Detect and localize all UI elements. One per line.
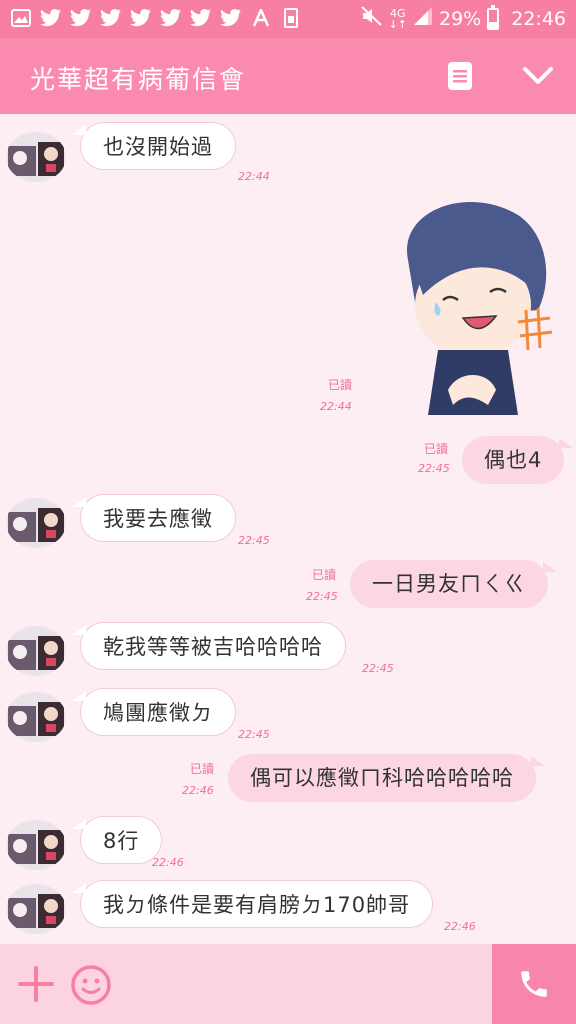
notification-icons bbox=[10, 6, 302, 30]
message-bubble[interactable]: 乾我等等被吉哈哈哈哈 bbox=[72, 622, 346, 670]
avatar[interactable] bbox=[6, 626, 66, 676]
message-time: 22:45 bbox=[238, 728, 270, 741]
plus-icon bbox=[18, 966, 54, 1002]
message-time: 22:45 bbox=[238, 534, 270, 547]
note-icon bbox=[448, 62, 472, 90]
twitter-icon bbox=[100, 6, 122, 30]
input-bar bbox=[0, 944, 576, 1024]
twitter-icon bbox=[160, 6, 182, 30]
system-status: 4G ↓↑ 29% 22:46 bbox=[360, 4, 566, 31]
message-bubble[interactable]: 偶可以應徵ㄇ科哈哈哈哈哈 bbox=[228, 754, 545, 802]
message-bubble[interactable]: 偶也4 bbox=[462, 436, 574, 484]
sim-icon bbox=[280, 6, 302, 30]
message-bubble[interactable]: 一日男友ㄇㄑㄍ bbox=[350, 560, 557, 608]
read-receipt: 已讀 bbox=[424, 442, 449, 456]
avatar[interactable] bbox=[6, 498, 66, 548]
avatar[interactable] bbox=[6, 884, 66, 934]
avatar[interactable] bbox=[6, 692, 66, 742]
twitter-icon bbox=[70, 6, 92, 30]
add-button[interactable] bbox=[16, 964, 56, 1004]
message-time: 22:45 bbox=[418, 462, 450, 475]
twitter-icon bbox=[40, 6, 62, 30]
smiley-icon bbox=[71, 965, 111, 1005]
sticker-image[interactable] bbox=[378, 190, 558, 420]
message-bubble[interactable]: 鳩團應徵ㄉ bbox=[72, 688, 236, 736]
app-icon bbox=[250, 6, 272, 30]
message-time: 22:46 bbox=[444, 920, 476, 933]
note-button[interactable] bbox=[442, 58, 478, 94]
message-time: 22:44 bbox=[320, 400, 352, 413]
message-time: 22:46 bbox=[152, 856, 184, 869]
image-icon bbox=[10, 6, 32, 30]
message-bubble[interactable]: 也沒開始過 bbox=[72, 122, 236, 170]
chevron-down-icon bbox=[523, 67, 553, 84]
battery-icon bbox=[487, 4, 500, 30]
signal-icon bbox=[413, 6, 433, 31]
message-bubble[interactable]: 我ㄉ條件是要有肩膀ㄉ170帥哥 bbox=[72, 880, 434, 928]
message-time: 22:45 bbox=[362, 662, 394, 675]
message-list[interactable]: 也沒開始過 22:44 已讀 22:44 已讀 22:45 偶也4 我要去應徵 … bbox=[0, 114, 576, 944]
emoji-button[interactable] bbox=[70, 964, 112, 1006]
message-time: 22:44 bbox=[238, 170, 270, 183]
twitter-icon bbox=[220, 6, 242, 30]
battery-percent: 29% bbox=[439, 7, 482, 30]
call-button[interactable] bbox=[492, 944, 576, 1024]
avatar[interactable] bbox=[6, 132, 66, 182]
clock: 22:46 bbox=[511, 7, 566, 30]
message-bubble[interactable]: 我要去應徵 bbox=[72, 494, 236, 542]
network-type: 4G ↓↑ bbox=[388, 6, 407, 31]
mute-icon bbox=[360, 6, 383, 31]
read-receipt: 已讀 bbox=[312, 568, 337, 582]
chat-header: 光華超有病葡信會 bbox=[0, 38, 576, 114]
read-receipt: 已讀 bbox=[190, 762, 215, 776]
message-bubble[interactable]: 8行 bbox=[72, 816, 163, 864]
read-receipt: 已讀 bbox=[328, 378, 353, 392]
twitter-icon bbox=[190, 6, 212, 30]
twitter-icon bbox=[130, 6, 152, 30]
message-time: 22:46 bbox=[182, 784, 214, 797]
message-time: 22:45 bbox=[306, 590, 338, 603]
chat-title: 光華超有病葡信會 bbox=[30, 65, 247, 94]
status-bar: 4G ↓↑ 29% 22:46 bbox=[0, 0, 576, 38]
avatar[interactable] bbox=[6, 820, 66, 870]
phone-icon bbox=[521, 971, 547, 997]
collapse-button[interactable] bbox=[520, 58, 556, 94]
